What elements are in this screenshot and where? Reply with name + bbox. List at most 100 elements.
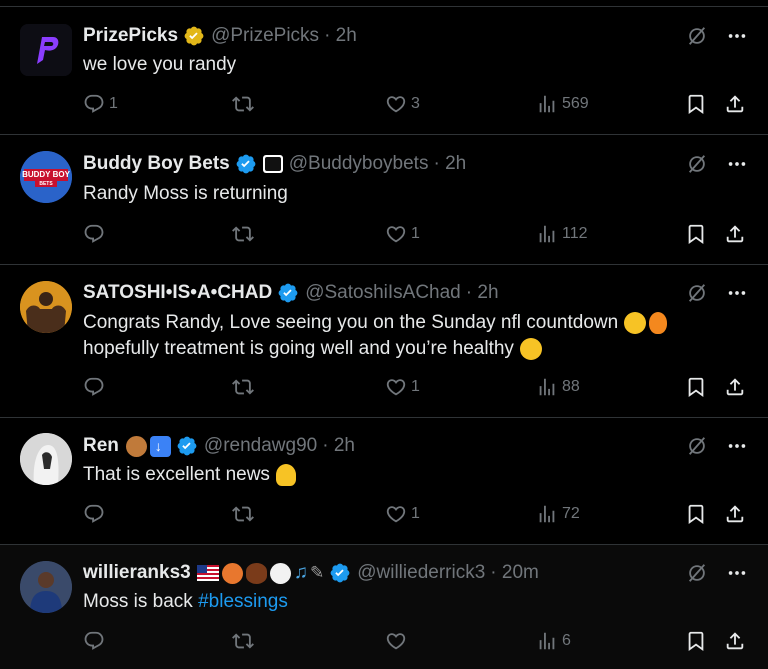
handle[interactable]: @rendawg90 bbox=[204, 435, 317, 457]
tweet-header: Ren ↓ @rendawg90 · 2h bbox=[83, 433, 355, 459]
display-name[interactable]: Ren bbox=[83, 435, 119, 457]
bookmark-button[interactable] bbox=[685, 503, 707, 525]
like-count: 1 bbox=[411, 225, 420, 242]
reply-icon bbox=[83, 630, 105, 652]
music-notes-emoji-icon: ♫ bbox=[293, 562, 308, 583]
more-icon[interactable] bbox=[726, 562, 748, 584]
tweet-feed: PrizePicks @PrizePicks · 2h we love you … bbox=[0, 0, 768, 669]
tweet-top-actions bbox=[686, 435, 748, 457]
handle[interactable]: @williederrick3 bbox=[357, 562, 485, 584]
grok-icon[interactable] bbox=[686, 562, 708, 584]
verified-badge-icon[interactable] bbox=[183, 25, 205, 47]
retweet-button[interactable] bbox=[232, 630, 258, 652]
like-button[interactable] bbox=[385, 630, 411, 652]
bookmark-button[interactable] bbox=[685, 376, 707, 398]
avatar[interactable] bbox=[20, 561, 72, 613]
tweet-item[interactable]: SATOSHI•IS•A•CHAD @SatoshiIsAChad · 2h C… bbox=[0, 265, 768, 418]
reply-icon bbox=[83, 93, 105, 115]
avatar[interactable] bbox=[20, 24, 72, 76]
display-name[interactable]: willieranks3 bbox=[83, 562, 191, 584]
like-button[interactable]: 1 bbox=[385, 223, 420, 245]
handle[interactable]: @SatoshiIsAChad bbox=[305, 282, 461, 304]
avatar-label: BUDDY BOY bbox=[22, 170, 70, 179]
reply-button[interactable] bbox=[83, 376, 109, 398]
grok-icon[interactable] bbox=[686, 153, 708, 175]
retweet-icon bbox=[232, 630, 254, 652]
retweet-button[interactable] bbox=[232, 376, 258, 398]
reply-button[interactable] bbox=[83, 223, 109, 245]
tweet-text: Congrats Randy, Love seeing you on the S… bbox=[83, 310, 703, 362]
football-emoji-icon bbox=[245, 562, 267, 584]
retweet-button[interactable] bbox=[232, 503, 258, 525]
display-name[interactable]: Buddy Boy Bets bbox=[83, 153, 230, 175]
tweet-item[interactable]: willieranks3 ♫ ✎ @williederrick3 · 20m M… bbox=[0, 545, 768, 669]
verified-badge-icon[interactable] bbox=[277, 282, 299, 304]
grok-icon[interactable] bbox=[686, 282, 708, 304]
bookmark-button[interactable] bbox=[685, 223, 707, 245]
avatar[interactable]: BUDDY BOY BETS bbox=[20, 151, 72, 203]
share-icon bbox=[724, 93, 746, 115]
more-icon[interactable] bbox=[726, 153, 748, 175]
share-button[interactable] bbox=[724, 223, 746, 245]
views-button[interactable]: 6 bbox=[536, 630, 571, 652]
grok-icon[interactable] bbox=[686, 435, 708, 457]
display-name[interactable]: PrizePicks bbox=[83, 25, 178, 47]
more-icon[interactable] bbox=[726, 435, 748, 457]
handle[interactable]: @Buddyboybets bbox=[289, 153, 429, 175]
views-button[interactable]: 112 bbox=[536, 223, 588, 245]
avatar-sublabel: BETS bbox=[39, 181, 53, 187]
like-button[interactable]: 3 bbox=[385, 93, 420, 115]
retweet-button[interactable] bbox=[232, 223, 258, 245]
views-icon bbox=[536, 93, 558, 115]
reply-button[interactable] bbox=[83, 503, 109, 525]
bookmark-button[interactable] bbox=[685, 630, 707, 652]
more-icon[interactable] bbox=[726, 282, 748, 304]
views-button[interactable]: 88 bbox=[536, 376, 580, 398]
avatar[interactable] bbox=[20, 281, 72, 333]
verified-badge-icon[interactable] bbox=[329, 562, 351, 584]
affiliate-badge-icon[interactable] bbox=[262, 155, 283, 173]
timestamp[interactable]: · 20m bbox=[490, 562, 539, 584]
tweet-item[interactable]: PrizePicks @PrizePicks · 2h we love you … bbox=[0, 7, 768, 135]
like-icon bbox=[385, 93, 407, 115]
reply-count: 1 bbox=[109, 95, 118, 112]
bookmark-icon bbox=[685, 93, 707, 115]
timestamp[interactable]: · 2h bbox=[466, 282, 499, 304]
share-button[interactable] bbox=[724, 376, 746, 398]
bookmark-icon bbox=[685, 376, 707, 398]
tweet-item[interactable]: Ren ↓ @rendawg90 · 2h That is excellent … bbox=[0, 418, 768, 545]
like-button[interactable]: 1 bbox=[385, 376, 420, 398]
tweet-item[interactable]: BUDDY BOY BETS Buddy Boy Bets @Buddyboyb… bbox=[0, 135, 768, 265]
share-button[interactable] bbox=[724, 93, 746, 115]
grok-icon[interactable] bbox=[686, 25, 708, 47]
verified-badge-icon[interactable] bbox=[176, 435, 198, 457]
reply-button[interactable] bbox=[83, 630, 109, 652]
tweet-header: willieranks3 ♫ ✎ @williederrick3 · 20m bbox=[83, 560, 539, 586]
tweet-top-actions bbox=[686, 25, 748, 47]
verified-badge-icon[interactable] bbox=[235, 153, 257, 175]
reply-button[interactable]: 1 bbox=[83, 93, 118, 115]
bookmark-button[interactable] bbox=[685, 93, 707, 115]
timestamp[interactable]: · 2h bbox=[324, 25, 357, 47]
tweet-text: we love you randy bbox=[83, 54, 237, 75]
avatar[interactable] bbox=[20, 433, 72, 485]
tweet-top-actions bbox=[686, 562, 748, 584]
display-name[interactable]: SATOSHI•IS•A•CHAD bbox=[83, 282, 272, 304]
more-icon[interactable] bbox=[726, 25, 748, 47]
views-button[interactable]: 569 bbox=[536, 93, 589, 115]
views-button[interactable]: 72 bbox=[536, 503, 580, 525]
tweet-text: Moss is back #blessings bbox=[83, 589, 703, 615]
heart-eyes-emoji-icon bbox=[519, 338, 542, 360]
hashtag-link[interactable]: #blessings bbox=[198, 591, 288, 612]
share-button[interactable] bbox=[724, 503, 746, 525]
retweet-button[interactable] bbox=[232, 93, 258, 115]
share-button[interactable] bbox=[724, 630, 746, 652]
tweet-text: Randy Moss is returning bbox=[83, 183, 288, 204]
timestamp[interactable]: · 2h bbox=[322, 435, 355, 457]
person-avatar-icon bbox=[20, 561, 72, 613]
baseball-emoji-icon bbox=[269, 562, 291, 584]
like-button[interactable]: 1 bbox=[385, 503, 420, 525]
handle[interactable]: @PrizePicks bbox=[211, 25, 319, 47]
retweet-icon bbox=[232, 223, 254, 245]
timestamp[interactable]: · 2h bbox=[433, 153, 466, 175]
